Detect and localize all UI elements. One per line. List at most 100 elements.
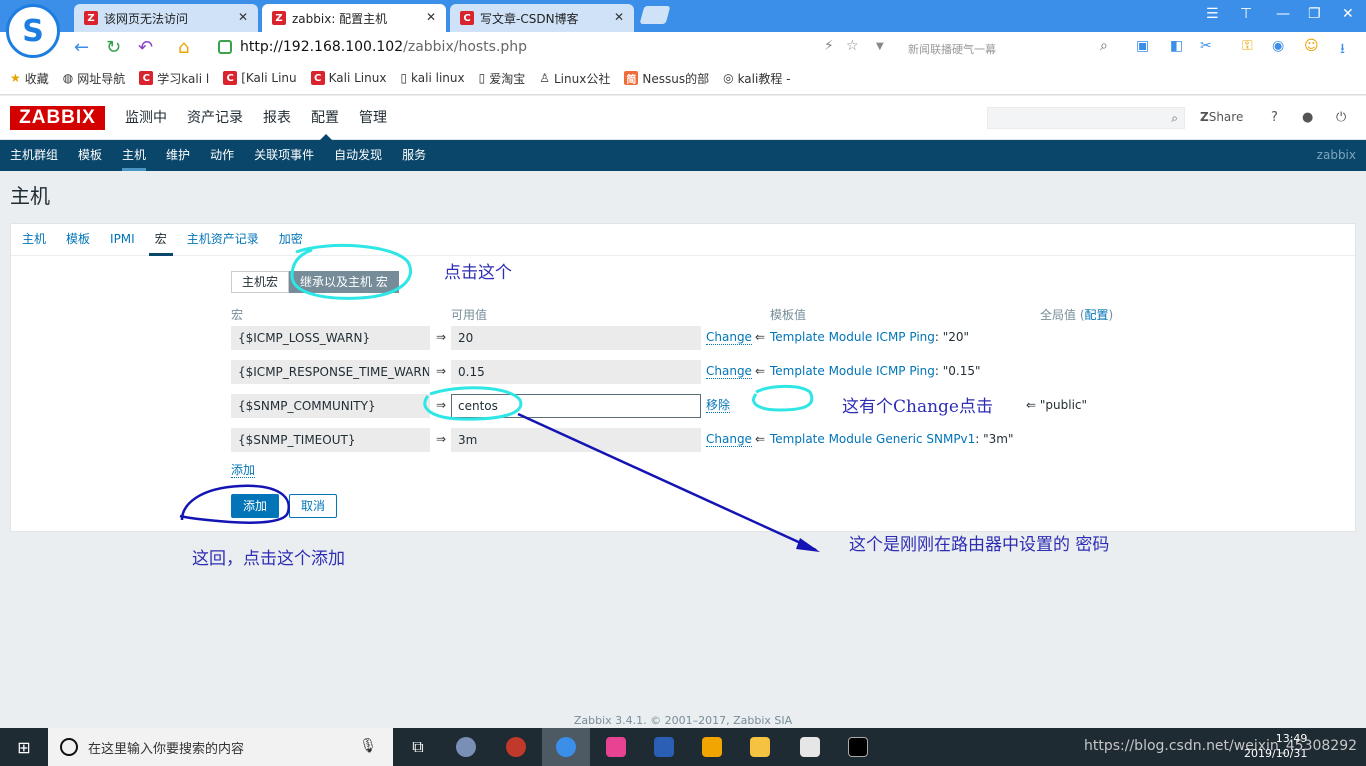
- app-globe-icon[interactable]: [442, 728, 490, 766]
- csdn-favicon-icon: C: [223, 71, 238, 85]
- tab-host[interactable]: 主机: [22, 224, 46, 255]
- system-clock[interactable]: 13:49 2019/10/31: [1244, 731, 1307, 761]
- app-red-icon[interactable]: [492, 728, 540, 766]
- top-menu-reports[interactable]: 报表: [263, 96, 301, 140]
- bookmark-item[interactable]: C [Kali Linu: [223, 71, 297, 85]
- app-network-icon[interactable]: [640, 728, 688, 766]
- app-colorful-icon[interactable]: [592, 728, 640, 766]
- bookmark-item[interactable]: ★ 收藏: [10, 70, 49, 87]
- change-link[interactable]: Change: [706, 432, 752, 447]
- sub-menu-templates[interactable]: 模板: [78, 140, 102, 171]
- download-icon[interactable]: ⭳: [1340, 38, 1345, 62]
- bookmark-item[interactable]: ▯ kali linux: [400, 71, 464, 85]
- search-input[interactable]: ⌕: [987, 107, 1185, 129]
- chevron-down-icon[interactable]: ▼: [876, 41, 884, 52]
- top-menu-configuration[interactable]: 配置: [311, 96, 349, 141]
- menu-icon[interactable]: ☰: [1206, 6, 1219, 22]
- sub-menu-correlation[interactable]: 关联项事件: [254, 140, 314, 171]
- global-config-link[interactable]: 配置: [1085, 308, 1109, 322]
- back-icon[interactable]: ←: [74, 37, 89, 58]
- cancel-button[interactable]: 取消: [289, 494, 337, 518]
- bookmark-item[interactable]: ◎ kali教程 -: [723, 70, 790, 87]
- restore-icon[interactable]: ❐: [1308, 6, 1321, 22]
- skin-icon[interactable]: ⊤: [1240, 6, 1252, 22]
- microphone-icon[interactable]: 🎙: [359, 738, 377, 754]
- url-host: http://192.168.100.102: [240, 39, 404, 55]
- cortana-icon: [60, 738, 78, 756]
- browser-tab-1[interactable]: Z 该网页无法访问 ✕: [74, 4, 258, 32]
- top-menu-monitoring[interactable]: 监测中: [125, 96, 177, 140]
- capture-icon[interactable]: ◉: [1272, 38, 1284, 54]
- bookmark-item[interactable]: ♙ Linux公社: [539, 70, 610, 87]
- sub-menu-services[interactable]: 服务: [402, 140, 426, 171]
- url-field[interactable]: http://192.168.100.102/zabbix/hosts.php: [218, 37, 818, 57]
- minimize-icon[interactable]: —: [1276, 6, 1290, 22]
- logout-icon[interactable]: ⏻: [1336, 110, 1346, 125]
- inherited-macros-radio[interactable]: 继承以及主机 宏: [289, 271, 399, 293]
- template-link[interactable]: Template Module Generic SNMPv1: [770, 432, 975, 446]
- refresh-icon[interactable]: ↻: [106, 37, 121, 58]
- undo-icon[interactable]: ↶: [138, 37, 153, 58]
- taskbar-search-placeholder: 在这里输入你要搜索的内容: [88, 741, 245, 757]
- user-profile-icon[interactable]: ●: [1302, 110, 1313, 125]
- add-macro-link[interactable]: 添加: [231, 463, 256, 478]
- tab-label: 写文章-CSDN博客: [480, 11, 579, 26]
- close-window-icon[interactable]: ✕: [1342, 6, 1354, 22]
- template-link[interactable]: Template Module ICMP Ping: [770, 364, 935, 378]
- top-menu-administration[interactable]: 管理: [359, 96, 397, 140]
- top-menu-inventory[interactable]: 资产记录: [187, 96, 253, 140]
- zabbix-logo[interactable]: ZABBIX: [10, 106, 105, 130]
- template-value: Template Module ICMP Ping: "20": [770, 330, 969, 344]
- tab-encryption[interactable]: 加密: [279, 224, 303, 255]
- scissors-icon[interactable]: ✂: [1200, 38, 1212, 54]
- translate-icon[interactable]: ▣: [1136, 38, 1149, 54]
- change-link[interactable]: Change: [706, 330, 752, 345]
- bookmark-item[interactable]: C 学习kali l: [139, 70, 209, 87]
- add-button[interactable]: 添加: [231, 494, 279, 518]
- photos-icon[interactable]: [786, 728, 834, 766]
- lightning-icon[interactable]: ⚡: [824, 38, 834, 54]
- macro-value-field: 0.15: [451, 360, 701, 384]
- windows-start-icon[interactable]: ⊞: [0, 728, 48, 766]
- search-icon[interactable]: ⌕: [1100, 38, 1108, 54]
- tab-ipmi[interactable]: IPMI: [110, 224, 135, 255]
- app-vmware-icon[interactable]: [688, 728, 736, 766]
- new-tab-button[interactable]: [639, 6, 671, 24]
- change-link[interactable]: Change: [706, 364, 752, 379]
- browser-tab-3[interactable]: C 写文章-CSDN博客 ✕: [450, 4, 634, 32]
- search-hint[interactable]: 新闻联播硬气一幕: [908, 41, 996, 57]
- extension-icon[interactable]: ◧: [1170, 38, 1183, 54]
- help-icon[interactable]: ?: [1271, 110, 1278, 125]
- remove-link[interactable]: 移除: [706, 398, 731, 413]
- file-explorer-icon[interactable]: [736, 728, 784, 766]
- tab-macros[interactable]: 宏: [148, 224, 173, 256]
- bookmark-item[interactable]: ◍ 网址导航: [63, 70, 126, 87]
- bookmark-item[interactable]: 简 Nessus的部: [624, 70, 709, 87]
- sub-menu-actions[interactable]: 动作: [210, 140, 234, 171]
- template-link[interactable]: Template Module ICMP Ping: [770, 330, 935, 344]
- share-button[interactable]: ZShare: [1200, 110, 1243, 124]
- close-icon[interactable]: ✕: [238, 10, 248, 24]
- sub-menu-host-groups[interactable]: 主机群组: [10, 140, 58, 171]
- taskbar-search[interactable]: 在这里输入你要搜索的内容 🎙: [48, 728, 393, 766]
- sub-menu-maintenance[interactable]: 维护: [166, 140, 190, 171]
- host-macros-radio[interactable]: 主机宏: [231, 271, 290, 293]
- key-icon[interactable]: ⚿: [1242, 38, 1253, 54]
- tab-inventory[interactable]: 主机资产记录: [187, 224, 259, 255]
- sub-menu-hosts[interactable]: 主机: [122, 140, 147, 171]
- tab-templates[interactable]: 模板: [66, 224, 90, 255]
- bookmark-item[interactable]: ▯ 爱淘宝: [479, 70, 526, 87]
- app-browser-icon[interactable]: [542, 728, 590, 766]
- task-view-icon[interactable]: ⧉: [394, 728, 442, 766]
- star-icon[interactable]: ☆: [846, 38, 859, 54]
- home-icon[interactable]: ⌂: [178, 37, 189, 58]
- close-icon[interactable]: ✕: [614, 10, 624, 24]
- close-icon[interactable]: ✕: [426, 10, 436, 24]
- smile-icon[interactable]: ☺: [1304, 38, 1319, 54]
- terminal-icon[interactable]: [834, 728, 882, 766]
- macro-value-input[interactable]: centos: [451, 394, 701, 418]
- sub-menu-discovery[interactable]: 自动发现: [334, 140, 382, 171]
- search-icon[interactable]: ⌕: [1171, 111, 1178, 126]
- browser-tab-2[interactable]: Z zabbix: 配置主机 ✕: [262, 4, 446, 32]
- bookmark-item[interactable]: C Kali Linux: [310, 71, 386, 85]
